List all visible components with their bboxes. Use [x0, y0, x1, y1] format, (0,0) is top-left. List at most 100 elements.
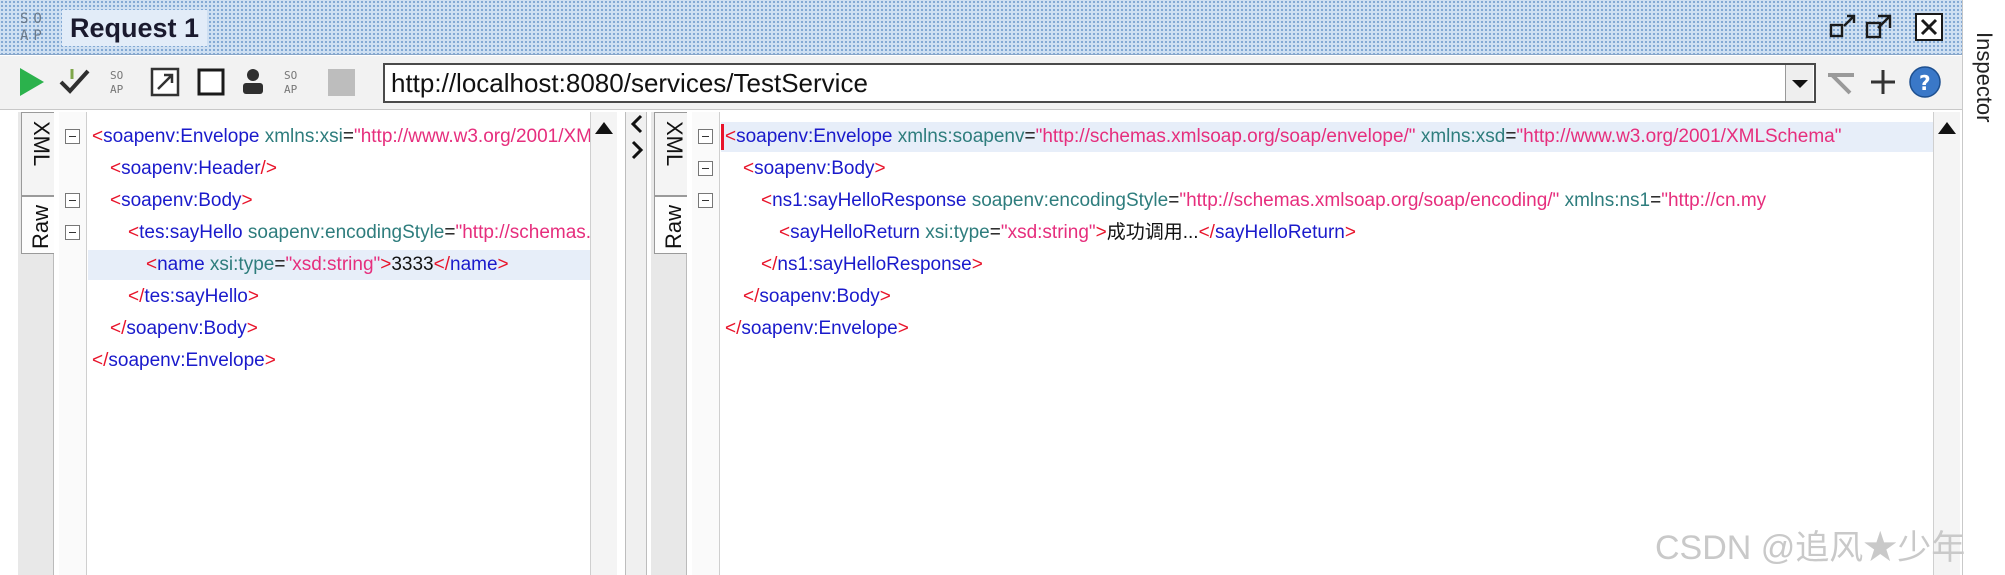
svg-text:AP: AP	[284, 83, 298, 96]
help-icon[interactable]: ?	[1908, 65, 1942, 99]
xml-line[interactable]: </ns1:sayHelloResponse>	[721, 250, 1933, 280]
xml-token: "xsd:string"	[285, 254, 381, 275]
xml-token: </	[761, 254, 778, 275]
close-icon[interactable]	[1914, 12, 1944, 42]
resize-icon[interactable]	[148, 65, 182, 99]
xml-token: >	[264, 350, 276, 371]
xml-token: soapenv:Body	[126, 318, 247, 339]
collapse-arrows-icon[interactable]	[626, 112, 648, 172]
soap-icon[interactable]: SO AP	[280, 65, 314, 99]
collapse-fold-icon[interactable]	[65, 225, 80, 240]
response-editor-pane: XML Raw <soapenv:Envelope xmlns:soapenv=…	[647, 112, 1962, 575]
xml-token: >	[246, 318, 258, 339]
add-icon[interactable]	[1866, 65, 1900, 99]
xml-line[interactable]: <name xsi:type="xsd:string">3333</name>	[88, 250, 590, 280]
xml-token: xmlns:xsd	[1420, 126, 1506, 147]
svg-text:AP: AP	[110, 83, 124, 96]
xml-line[interactable]: <soapenv:Body>	[88, 186, 590, 216]
xml-line[interactable]: <soapenv:Header/>	[88, 154, 590, 184]
xml-token: soapenv:Envelope	[108, 350, 265, 371]
xml-token: >	[897, 318, 909, 339]
xml-token: "http://cn.my	[1661, 190, 1767, 211]
response-scrollbar[interactable]	[1933, 112, 1960, 575]
xml-token: soapenv:encodingStyle	[247, 222, 445, 243]
xml-token: "http://www.w3.org/2001/XMLSchema"	[1516, 126, 1842, 147]
xml-token: </	[110, 318, 127, 339]
xml-line[interactable]: <sayHelloReturn xsi:type="xsd:string">成功…	[721, 218, 1933, 248]
tab-xml[interactable]: XML	[654, 112, 687, 196]
tab-raw[interactable]: Raw	[21, 196, 54, 254]
response-view-tabs: XML Raw	[651, 112, 687, 575]
xml-line[interactable]: </soapenv:Envelope>	[88, 346, 590, 376]
scroll-up-arrow-icon[interactable]	[1938, 122, 1956, 134]
xml-token: =	[444, 222, 456, 243]
xml-token: tes:sayHello	[139, 222, 243, 243]
xml-token: >	[380, 254, 392, 275]
text-caret	[721, 124, 724, 150]
endpoint-url-field[interactable]: http://localhost:8080/services/TestServi…	[383, 63, 1816, 103]
collapse-fold-icon[interactable]	[698, 129, 713, 144]
collapse-fold-icon[interactable]	[65, 193, 80, 208]
svg-text:?: ?	[1919, 71, 1931, 95]
xml-line[interactable]: </tes:sayHello>	[88, 282, 590, 312]
xml-line[interactable]: <ns1:sayHelloResponse soapenv:encodingSt…	[721, 186, 1933, 216]
xml-token: <	[92, 126, 104, 147]
detach-icon[interactable]	[1864, 12, 1894, 42]
xml-token: </	[1198, 222, 1215, 243]
xml-token: soapenv:Header	[121, 158, 261, 179]
xml-token: name	[450, 254, 498, 275]
xml-token: =	[1650, 190, 1662, 211]
xml-token: soapenv:Body	[121, 190, 242, 211]
xml-line[interactable]: <soapenv:Body>	[721, 154, 1933, 184]
inspector-panel[interactable]: Inspector	[1962, 0, 2005, 575]
request-editor-pane: XML Raw <soapenv:Envelope xmlns:xsi="htt…	[0, 112, 625, 575]
svg-text:SO: SO	[284, 69, 297, 82]
xml-line[interactable]: <soapenv:Envelope xmlns:soapenv="http://…	[721, 122, 1933, 152]
xml-token: soapenv:Envelope	[736, 126, 893, 147]
title-bar: SO AP Request 1	[0, 0, 1962, 55]
xml-token: xsi:type	[209, 254, 275, 275]
xml-line[interactable]: <tes:sayHello soapenv:encodingStyle="htt…	[88, 218, 590, 248]
collapse-fold-icon[interactable]	[65, 129, 80, 144]
request-xml-editor[interactable]: <soapenv:Envelope xmlns:xsi="http://www.…	[88, 112, 590, 575]
xml-token: xsi:type	[925, 222, 990, 243]
xml-token: <	[128, 222, 140, 243]
tab-raw[interactable]: Raw	[654, 196, 687, 254]
check-icon[interactable]	[58, 65, 92, 99]
watermark-text: CSDN @追风★少年	[1655, 529, 1966, 567]
scroll-up-arrow-icon[interactable]	[595, 122, 613, 134]
xml-token: >	[879, 286, 891, 307]
xml-token: </	[743, 286, 760, 307]
xml-token: />	[260, 158, 277, 179]
xml-line[interactable]: </soapenv:Body>	[88, 314, 590, 344]
edit-endpoint-icon[interactable]	[1824, 65, 1858, 99]
xml-token: =	[342, 126, 354, 147]
restore-icon[interactable]	[1828, 12, 1858, 42]
xml-token: </	[433, 254, 451, 275]
xml-token: >	[1095, 222, 1107, 243]
square-icon[interactable]	[194, 65, 228, 99]
soap-icon[interactable]: SO AP	[106, 65, 140, 99]
xml-line[interactable]: </soapenv:Body>	[721, 282, 1933, 312]
xml-token: <	[146, 254, 158, 275]
pane-splitter[interactable]	[625, 112, 647, 575]
collapse-fold-icon[interactable]	[698, 193, 713, 208]
inspector-tab-label[interactable]: Inspector	[1971, 32, 1997, 123]
fold-gutter	[692, 112, 720, 575]
xml-token: "http://schemas.xmlsoap.org/soap/encodin…	[1179, 190, 1560, 211]
person-icon[interactable]	[236, 65, 270, 99]
url-dropdown-button[interactable]	[1785, 65, 1813, 101]
xml-token: =	[1168, 190, 1180, 211]
xml-line[interactable]: <soapenv:Envelope xmlns:xsi="http://www.…	[88, 122, 590, 152]
xml-token: <	[779, 222, 791, 243]
play-icon[interactable]	[14, 65, 48, 99]
xml-line[interactable]: </soapenv:Envelope>	[721, 314, 1933, 344]
stop-icon[interactable]	[324, 65, 358, 99]
response-xml-editor[interactable]: <soapenv:Envelope xmlns:soapenv="http://…	[721, 112, 1933, 575]
tab-xml[interactable]: XML	[21, 112, 54, 196]
collapse-fold-icon[interactable]	[698, 161, 713, 176]
request-view-tabs: XML Raw	[18, 112, 54, 575]
svg-text:SO: SO	[110, 69, 123, 82]
xml-token: xmlns:ns1	[1564, 190, 1651, 211]
request-scrollbar[interactable]	[590, 112, 617, 575]
